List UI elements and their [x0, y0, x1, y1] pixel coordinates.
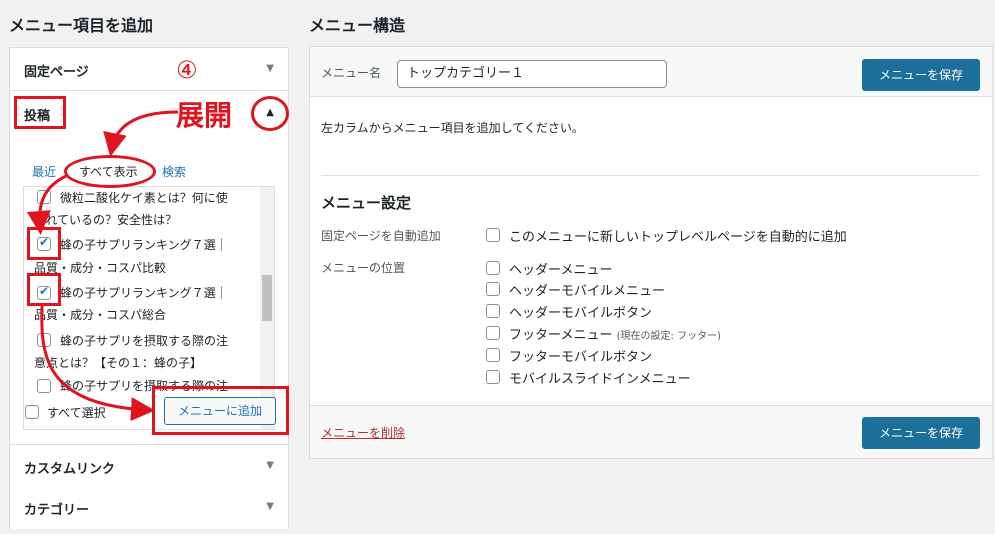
menu-structure-title: メニュー構造 — [309, 16, 406, 35]
scrollbar-thumb[interactable] — [262, 275, 272, 321]
add-menu-items-title: メニュー項目を追加 — [9, 16, 154, 35]
post-title-line: 蜂の子サプリランキング７選｜ — [60, 238, 228, 252]
location-option[interactable]: フッターメニュー (現在の設定: フッター) — [509, 324, 721, 343]
menu-instructions: 左カラムからメニュー項目を追加してください。 — [321, 121, 584, 135]
post-checkbox[interactable] — [37, 333, 51, 347]
accordion-custom-links[interactable]: カスタムリンク ▼ — [10, 444, 288, 487]
menu-location-label: メニューの位置 — [321, 261, 406, 275]
tab-recent[interactable]: 最近 — [32, 163, 56, 180]
accordion-categories[interactable]: カテゴリー ▼ — [10, 486, 288, 529]
location-option[interactable]: ヘッダーモバイルボタン — [509, 302, 652, 321]
checkbox-highlight-box — [27, 227, 61, 260]
show-all-tab-circle — [64, 155, 156, 188]
location-option-label: フッターメニュー — [509, 328, 613, 343]
post-checkbox[interactable] — [37, 379, 51, 393]
add-button-highlight-box — [152, 386, 289, 435]
menu-name-input[interactable]: トップカテゴリー１ — [397, 60, 667, 88]
accordion-pages[interactable]: 固定ページ ▼ — [10, 48, 288, 91]
location-checkbox[interactable] — [486, 370, 500, 384]
accordion-categories-label: カテゴリー — [24, 503, 90, 518]
auto-add-pages-option[interactable]: このメニューに新しいトップレベルページを自動的に追加 — [509, 226, 847, 245]
post-title-line: 微粒二酸化ケイ素とは？何に使 — [60, 191, 228, 205]
step-number-annotation: ④ — [176, 56, 198, 84]
location-option[interactable]: フッターモバイルボタン — [509, 346, 652, 365]
checkbox-highlight-box — [27, 273, 61, 306]
auto-add-pages-label: 固定ページを自動追加 — [321, 229, 441, 243]
accordion-custom-links-label: カスタムリンク — [24, 462, 116, 477]
accordion-pages-label: 固定ページ — [24, 65, 89, 80]
auto-add-pages-checkbox[interactable] — [486, 228, 500, 242]
menu-header: メニュー名 トップカテゴリー１ メニューを保存 — [310, 47, 992, 97]
location-checkbox[interactable] — [486, 326, 500, 340]
menu-name-label: メニュー名 — [321, 66, 382, 80]
save-menu-button-top[interactable]: メニューを保存 — [862, 59, 980, 91]
chevron-down-icon: ▼ — [266, 501, 274, 512]
chevron-down-icon: ▼ — [266, 460, 274, 471]
expand-annotation: 展開 — [176, 99, 233, 132]
location-option[interactable]: モバイルスライドインメニュー — [509, 368, 691, 387]
select-all-checkbox[interactable] — [25, 405, 39, 419]
divider — [321, 175, 979, 176]
location-checkbox[interactable] — [486, 282, 500, 296]
post-title-line: 意点とは？【その１：蜂の子】 — [34, 356, 203, 370]
select-all-label[interactable]: すべて選択 — [47, 404, 106, 421]
location-checkbox[interactable] — [486, 348, 500, 362]
menu-structure-panel: メニュー名 トップカテゴリー１ メニューを保存 左カラムからメニュー項目を追加し… — [309, 46, 993, 459]
location-checkbox[interactable] — [486, 261, 500, 275]
post-title-line: 品質・成分・コスパ総合 — [34, 308, 167, 322]
delete-menu-link[interactable]: メニューを削除 — [321, 424, 405, 441]
post-checkbox[interactable] — [37, 190, 51, 204]
save-menu-button-bottom[interactable]: メニューを保存 — [862, 417, 980, 449]
location-checkbox[interactable] — [486, 304, 500, 318]
location-option[interactable]: ヘッダーモバイルメニュー — [509, 280, 665, 299]
post-title-line: われているの？安全性は？ — [34, 213, 178, 227]
menu-footer: メニューを削除 メニューを保存 — [310, 405, 992, 458]
menu-settings-title: メニュー設定 — [321, 194, 412, 212]
current-setting-note: (現在の設定: フッター) — [616, 331, 721, 342]
post-title-line: 蜂の子サプリランキング７選｜ — [60, 286, 228, 300]
chevron-down-icon: ▼ — [266, 63, 274, 74]
tab-search[interactable]: 検索 — [162, 163, 186, 180]
location-option[interactable]: ヘッダーメニュー — [509, 259, 612, 278]
post-title-line: 蜂の子サプリを摂取する際の注 — [60, 334, 229, 348]
expand-arrow-circle — [251, 96, 289, 131]
posts-highlight-box — [14, 96, 66, 129]
